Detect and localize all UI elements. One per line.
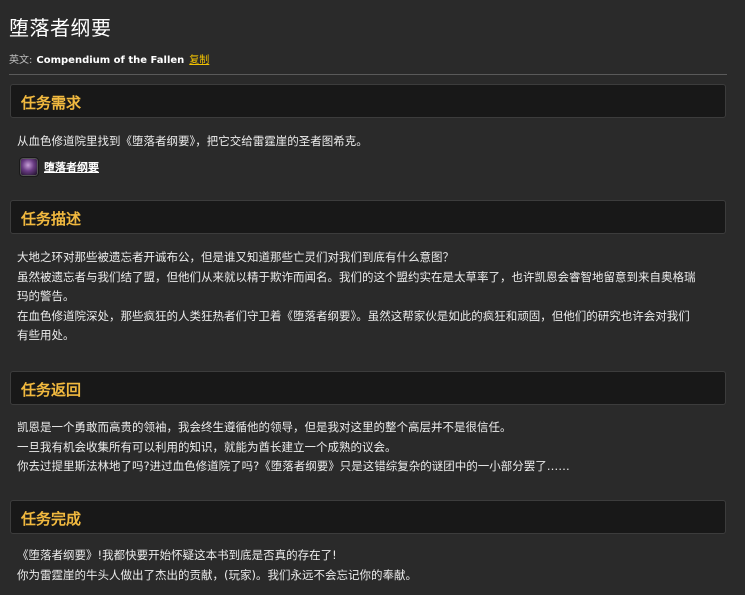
return-line: 你去过提里斯法林地了吗?进过血色修道院了吗?《堕落者纲要》只是这错综复杂的谜团中… <box>17 459 570 473</box>
quest-item[interactable]: 堕落者纲要 <box>19 157 99 177</box>
description-line: 虽然被遗忘者与我们结了盟，但他们从来就以精于欺诈而闻名。我们的这个盟约实在是太草… <box>17 269 696 284</box>
quest-item-link[interactable]: 堕落者纲要 <box>44 159 99 175</box>
description-line: 在血色修道院深处，那些疯狂的人类狂热者们守卫着《堕落者纲要》。虽然这帮家伙是如此… <box>17 308 690 323</box>
completion-text-block: 《堕落者纲要》!我都快要开始怀疑这本书到底是否真的存在了! 你为雷霆崖的牛头人做… <box>17 546 729 585</box>
description-text-block: 大地之环对那些被遗忘者开诚布公，但是谁又知道那些亡灵们对我们到底有什么意图？ 虽… <box>17 248 729 346</box>
section-header-completion: 任务完成 <box>10 500 726 534</box>
completion-line: 《堕落者纲要》!我都快要开始怀疑这本书到底是否真的存在了! <box>17 548 337 562</box>
requirements-text: 从血色修道院里找到《堕落者纲要》，把它交给雷霆崖的圣者图希克。 <box>17 134 368 148</box>
description-line: 大地之环对那些被遗忘者开诚布公，但是谁又知道那些亡灵们对我们到底有什么意图？ <box>17 250 454 264</box>
section-heading-description: 任务描述 <box>21 210 82 228</box>
section-header-return: 任务返回 <box>10 371 726 405</box>
section-header-requirements: 任务需求 <box>10 84 726 118</box>
section-heading-return: 任务返回 <box>21 381 82 399</box>
return-line: 凯恩是一个勇敢而高贵的领袖，我会终生遵循他的领导，但是我对这里的整个高层并不是很… <box>17 420 512 434</box>
purple-book-icon[interactable] <box>19 157 39 177</box>
copy-link[interactable]: 复制 <box>189 55 209 66</box>
english-name-row: 英文: Compendium of the Fallen 复制 <box>9 51 209 66</box>
english-name: Compendium of the Fallen <box>36 55 185 66</box>
title-divider <box>9 74 727 75</box>
requirements-text-block: 从血色修道院里找到《堕落者纲要》，把它交给雷霆崖的圣者图希克。 <box>17 132 729 152</box>
section-heading-completion: 任务完成 <box>21 510 82 528</box>
completion-line: 你为雷霆崖的牛头人做出了杰出的贡献，(玩家)。我们永远不会忘记你的奉献。 <box>17 567 417 582</box>
description-line: 有些用处。 <box>17 328 75 342</box>
section-header-description: 任务描述 <box>10 200 726 234</box>
quest-page: 堕落者纲要 英文: Compendium of the Fallen 复制 任务需求… <box>0 0 745 595</box>
return-line: 一旦我有机会收集所有可以利用的知识，就能为酋长建立一个成熟的议会。 <box>17 439 397 454</box>
return-text-block: 凯恩是一个勇敢而高贵的领袖，我会终生遵循他的领导，但是我对这里的整个高层并不是很… <box>17 418 729 477</box>
page-title: 堕落者纲要 <box>9 16 112 40</box>
description-line: 玛的警告。 <box>17 289 75 303</box>
english-label: 英文: <box>9 55 33 66</box>
section-heading-requirements: 任务需求 <box>21 94 82 112</box>
